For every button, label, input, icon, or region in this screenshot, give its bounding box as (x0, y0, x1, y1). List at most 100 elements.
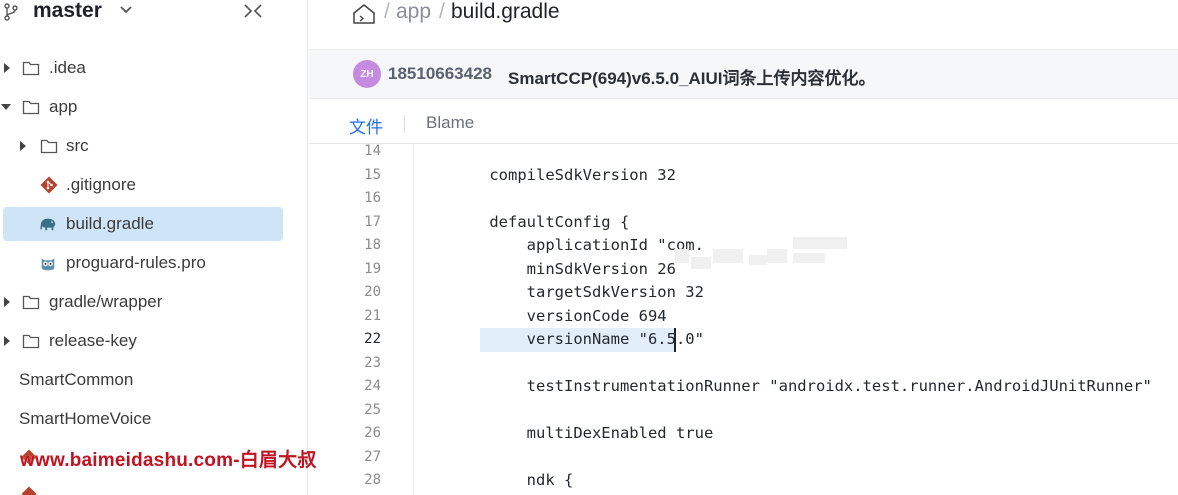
breadcrumb-separator: / (384, 0, 390, 23)
code-line[interactable]: 16 (309, 188, 1178, 212)
commit-message[interactable]: SmartCCP(694)v6.5.0_AIUI词条上传内容优化。 (508, 64, 875, 89)
tree-item-label: .idea (49, 58, 86, 77)
breadcrumb-folder-link[interactable]: app (396, 0, 431, 24)
line-number[interactable]: 24 (309, 378, 381, 394)
code-line[interactable]: 15 compileSdkVersion 32 (309, 165, 1178, 189)
avatar[interactable]: ZH (353, 60, 381, 88)
gradle-elephant-icon (40, 218, 56, 231)
code-text: defaultConfig { (452, 212, 630, 231)
tree-item-smartcommon[interactable]: SmartCommon (0, 363, 300, 397)
caret-down-icon (1, 104, 11, 110)
latest-commit-bar: ZH 18510663428 SmartCCP(694)v6.5.0_AIUI词… (309, 49, 1178, 99)
file-tree-sidebar: master .idea app src .gitignore build.gr… (0, 0, 316, 495)
code-line[interactable]: 22 versionName "6.5.0" (309, 328, 1178, 353)
tab-file[interactable]: 文件 (349, 113, 383, 138)
line-number[interactable]: 21 (309, 308, 381, 324)
chevron-down-icon (120, 6, 132, 14)
line-number[interactable]: 19 (309, 261, 381, 277)
line-number[interactable]: 26 (309, 425, 381, 441)
tree-item-app[interactable]: app (0, 90, 300, 124)
code-viewer[interactable]: 14 15 compileSdkVersion 32 16 17 defaultCon… (309, 143, 1178, 495)
line-number[interactable]: 15 (309, 167, 381, 183)
line-number[interactable]: 14 (309, 143, 381, 159)
code-line[interactable]: 18 applicationId "com. (309, 235, 1178, 259)
code-line[interactable]: 19 minSdkVersion 26 (309, 259, 1178, 283)
redacted-text (749, 255, 767, 265)
git-file-icon (40, 176, 58, 194)
caret-right-icon (20, 141, 26, 151)
tree-item-label: SmartHomeVoice (19, 409, 152, 428)
code-text: testInstrumentationRunner "androidx.test… (452, 377, 1152, 395)
tree-item-label: proguard-rules.pro (66, 253, 206, 272)
tree-item-proguard-rules[interactable]: proguard-rules.pro (0, 246, 300, 280)
code-line[interactable]: 25 (309, 400, 1178, 424)
tab-divider (404, 115, 405, 133)
redacted-text (767, 249, 787, 263)
code-text: compileSdkVersion 32 (452, 165, 676, 184)
redacted-text (793, 253, 825, 263)
tree-item-label: src (66, 136, 89, 155)
code-line[interactable]: 20 targetSdkVersion 32 (309, 282, 1178, 306)
tree-item-label: .gitignore (66, 175, 136, 194)
code-text: minSdkVersion 26 (452, 259, 676, 278)
folder-icon (40, 139, 58, 154)
caret-right-icon (4, 336, 10, 346)
redacted-text (793, 237, 847, 249)
code-line[interactable]: 28 ndk { (309, 470, 1178, 494)
watermark: www.baimeidashu.com-白眉大叔 (20, 450, 317, 471)
git-file-icon (21, 486, 37, 495)
folder-icon (22, 100, 40, 115)
tree-item-gradle-wrapper[interactable]: gradle/wrapper (0, 285, 300, 319)
code-line[interactable]: 24 testInstrumentationRunner "androidx.t… (309, 376, 1178, 400)
line-number[interactable]: 22 (309, 331, 381, 347)
line-number[interactable]: 16 (309, 190, 381, 206)
tree-item-build-gradle[interactable]: build.gradle (0, 207, 300, 241)
branch-name: master (33, 0, 102, 22)
folder-icon (22, 334, 40, 349)
caret-right-icon (4, 63, 10, 73)
line-number[interactable]: 23 (309, 355, 381, 371)
code-line[interactable]: 27 (309, 447, 1178, 471)
tree-item-gitignore[interactable]: .gitignore (0, 168, 300, 202)
code-text: versionName "6.5.0" (452, 330, 704, 348)
code-line[interactable]: 14 (309, 141, 1178, 165)
tree-item-label: gradle/wrapper (49, 292, 163, 311)
code-text: multiDexEnabled true (452, 424, 714, 442)
breadcrumb-file: build.gradle (451, 0, 560, 23)
code-text: targetSdkVersion 32 (452, 283, 704, 301)
redacted-text (675, 249, 689, 263)
code-text: versionCode 694 (452, 306, 667, 325)
line-number[interactable]: 18 (309, 237, 381, 253)
tree-item-label: app (49, 97, 78, 116)
redacted-text (691, 257, 711, 269)
tree-item-smarthomevoice[interactable]: SmartHomeVoice (0, 402, 300, 436)
code-line[interactable]: 21 versionCode 694 (309, 306, 1178, 330)
line-number[interactable]: 20 (309, 284, 381, 300)
breadcrumb-separator: / (439, 0, 445, 23)
line-number[interactable]: 17 (309, 214, 381, 230)
commit-author[interactable]: 18510663428 (388, 64, 492, 84)
repository-icon[interactable] (352, 3, 376, 25)
proguard-owl-icon (41, 258, 55, 271)
collapse-sidebar-icon[interactable] (243, 3, 263, 19)
code-line[interactable]: 17 defaultConfig { (309, 212, 1178, 236)
tree-item-src[interactable]: src (0, 129, 300, 163)
line-number[interactable]: 25 (309, 402, 381, 418)
tree-item-label: SmartCommon (19, 370, 134, 389)
tab-blame[interactable]: Blame (426, 113, 474, 133)
file-view-tabs: 文件 Blame (309, 100, 1178, 144)
code-line[interactable]: 23 (309, 353, 1178, 377)
tree-item-release-key[interactable]: release-key (0, 324, 300, 358)
code-text: applicationId "com. (452, 236, 704, 254)
folder-icon (22, 295, 40, 310)
folder-icon (22, 61, 40, 76)
redacted-text (713, 249, 743, 263)
git-branch-icon (4, 3, 18, 21)
tree-item-idea[interactable]: .idea (0, 51, 300, 85)
caret-right-icon (4, 297, 10, 307)
code-line[interactable]: 26 multiDexEnabled true (309, 423, 1178, 447)
tree-item-label: build.gradle (66, 214, 154, 233)
code-text: ndk { (452, 471, 574, 489)
line-number[interactable]: 28 (309, 472, 381, 488)
line-number[interactable]: 27 (309, 449, 381, 465)
